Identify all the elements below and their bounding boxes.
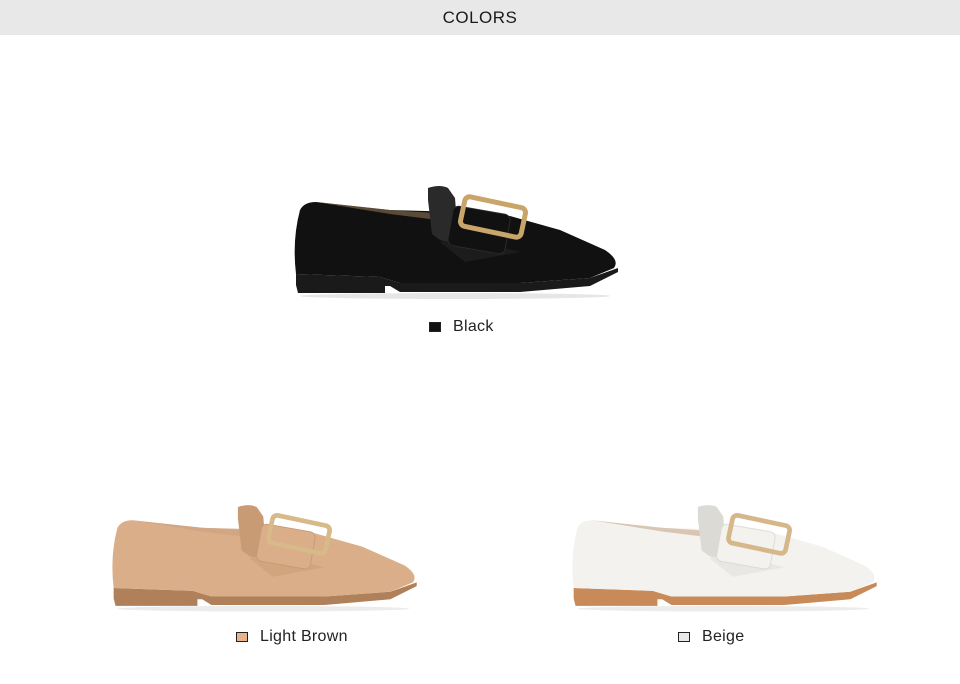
product-black[interactable] bbox=[290, 180, 630, 300]
header-bar: COLORS bbox=[0, 0, 960, 35]
color-option-beige[interactable]: Beige bbox=[678, 628, 744, 646]
color-label-beige: Beige bbox=[702, 628, 745, 645]
shoe-beige-image bbox=[572, 505, 877, 612]
product-beige[interactable] bbox=[568, 496, 888, 616]
product-light-brown[interactable] bbox=[108, 496, 428, 616]
page-title: COLORS bbox=[442, 7, 518, 27]
color-option-black[interactable]: Black bbox=[429, 318, 494, 336]
color-label-black: Black bbox=[453, 318, 494, 335]
shoe-black-image bbox=[294, 186, 618, 299]
color-swatch-black bbox=[429, 322, 441, 332]
shoe-light-brown-image bbox=[112, 505, 417, 612]
color-option-light-brown[interactable]: Light Brown bbox=[236, 628, 348, 646]
color-swatch-beige bbox=[678, 632, 690, 642]
color-label-light-brown: Light Brown bbox=[260, 628, 348, 645]
color-swatch-light-brown bbox=[236, 632, 248, 642]
